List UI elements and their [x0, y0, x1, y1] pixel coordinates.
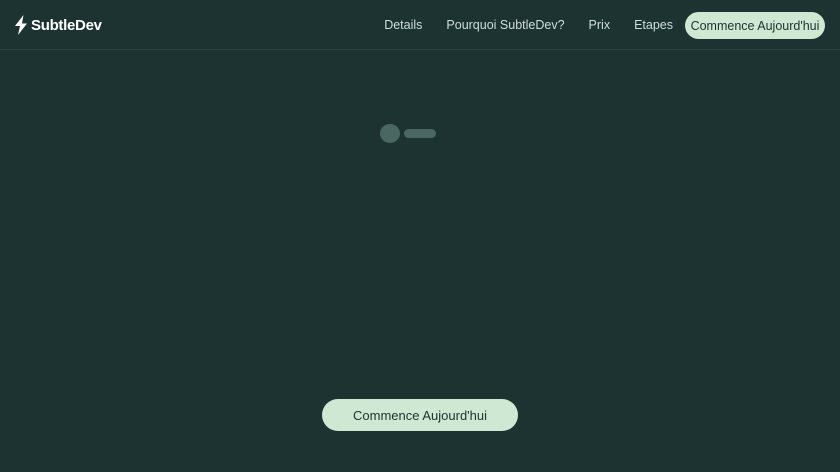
brand-name: SubtleDev: [31, 16, 102, 34]
skeleton-avatar: [380, 123, 400, 143]
page: SubtleDev Details Pourquoi SubtleDev? Pr…: [0, 0, 840, 472]
lightning-bolt-icon: [15, 15, 27, 35]
nav-link-prix[interactable]: Prix: [577, 12, 623, 39]
main-nav: Details Pourquoi SubtleDev? Prix Etapes …: [372, 12, 825, 39]
skeleton-text-bar: [404, 128, 436, 138]
main-cta-button[interactable]: Commence Aujourd'hui: [322, 399, 518, 431]
nav-link-details[interactable]: Details: [372, 12, 434, 39]
nav-link-etapes[interactable]: Etapes: [622, 12, 685, 39]
brand-logo[interactable]: SubtleDev: [14, 15, 102, 35]
header-cta-button[interactable]: Commence Aujourd'hui: [685, 12, 825, 39]
loading-skeleton: [380, 123, 436, 143]
site-header: SubtleDev Details Pourquoi SubtleDev? Pr…: [0, 0, 840, 50]
nav-link-pourquoi[interactable]: Pourquoi SubtleDev?: [434, 12, 576, 39]
